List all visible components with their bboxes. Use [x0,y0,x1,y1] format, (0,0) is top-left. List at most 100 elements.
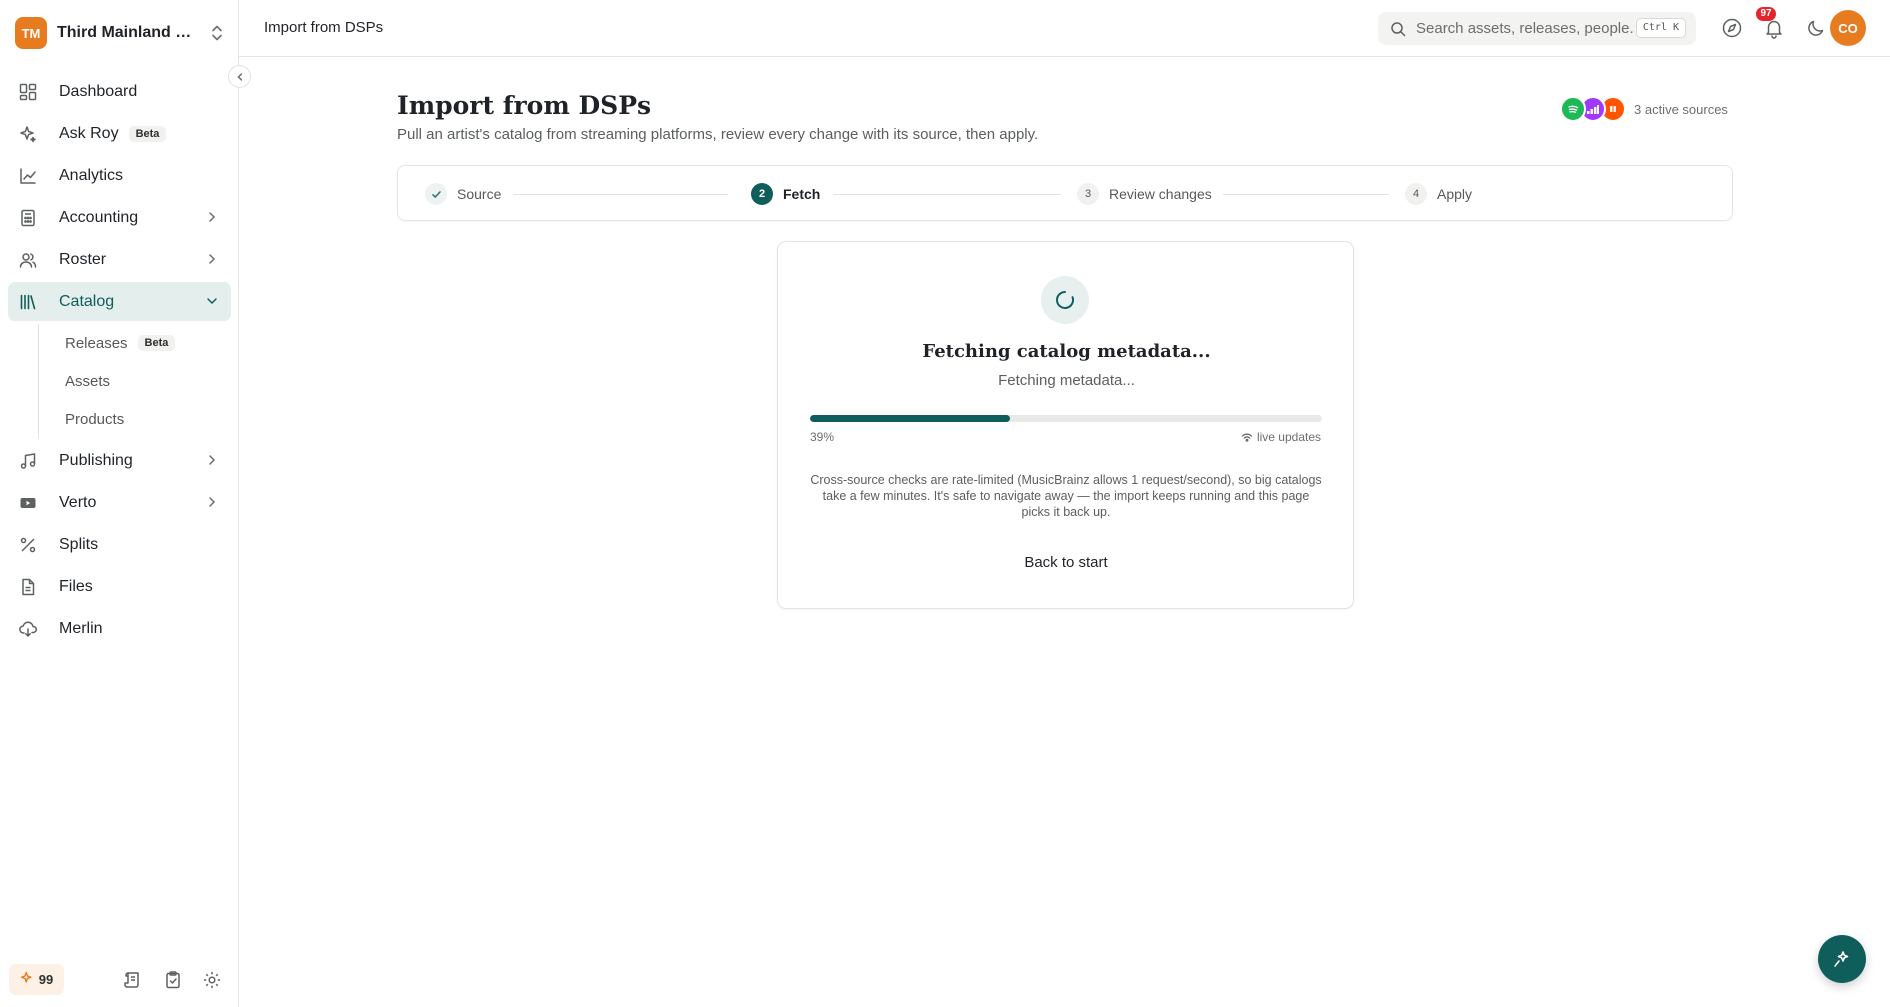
sidebar-subitem-label: Releases [65,334,128,352]
chevron-up-down-icon [209,24,225,42]
sources-label: 3 active sources [1634,101,1728,117]
sidebar-subitem-products[interactable]: Products [65,400,231,438]
credits-count: 99 [38,972,54,987]
sparkle-icon [18,124,38,144]
org-switcher[interactable]: TM Third Mainland Records [15,16,227,50]
chevron-left-icon [236,72,242,81]
sidebar-item-label: Catalog [59,292,115,310]
page-breadcrumb: Import from DSPs [264,19,384,36]
scroll-icon[interactable] [123,970,143,990]
chevron-down-icon [205,294,219,308]
step-connector [833,194,1061,195]
search-icon [1391,21,1406,36]
sidebar-item-label: Publishing [59,451,133,469]
sidebar-item-label: Dashboard [59,82,138,100]
back-to-start-button[interactable]: Back to start [996,546,1136,578]
compass-icon[interactable] [1721,17,1743,39]
sidebar-item-label: Ask Roy [59,124,119,142]
gear-icon[interactable] [202,970,222,990]
credits-button[interactable]: 99 [9,964,64,995]
user-avatar[interactable]: CO [1830,10,1866,46]
step-connector [1223,194,1389,195]
sidebar-item-publishing[interactable]: Publishing [8,441,231,480]
step-fetch[interactable]: 2 Fetch [751,183,820,205]
step-label: Review changes [1109,186,1212,202]
chevron-right-icon [205,252,219,266]
clipboard-check-icon[interactable] [163,970,183,990]
search-placeholder: Search assets, releases, people... [1416,20,1634,37]
sparkle-icon [20,971,34,988]
sidebar-item-splits[interactable]: Splits [8,525,231,564]
sidebar-item-files[interactable]: Files [8,567,231,606]
rate-limit-note: Cross-source checks are rate-limited (Mu… [810,473,1322,519]
search-input[interactable]: Search assets, releases, people... Ctrl … [1378,12,1696,45]
users-icon [18,250,38,270]
live-updates-indicator: live updates [1241,430,1321,444]
percent-icon [18,535,38,555]
wifi-icon [1241,433,1253,442]
step-number: 3 [1077,183,1099,205]
progress-percent: 39% [810,430,835,444]
sidebar-subitem-assets[interactable]: Assets [65,362,231,400]
sidebar-item-label: Merlin [59,619,103,637]
step-apply[interactable]: 4 Apply [1405,183,1472,205]
step-label: Source [457,186,502,202]
video-icon [18,493,38,513]
catalog-subnav: Releases Beta Assets Products [38,324,231,438]
sidebar-item-label: Analytics [59,166,124,184]
sidebar-item-merlin[interactable]: Merlin [8,609,231,648]
page-title: Import from DSPs [397,91,652,120]
assistant-fab[interactable] [1818,935,1866,983]
live-updates-label: live updates [1256,430,1321,444]
dashboard-icon [18,82,38,102]
card-status: Fetching metadata... [998,372,1135,389]
step-label: Apply [1437,186,1473,202]
sidebar-item-label: Verto [59,493,97,511]
fetch-progress-card: Fetching catalog metadata... Fetching me… [777,241,1354,609]
step-label: Fetch [783,186,821,202]
sidebar-item-label: Files [59,577,93,595]
library-icon [18,292,38,312]
sidebar-collapse-button[interactable] [228,65,251,88]
chevron-right-icon [205,210,219,224]
page-subtitle: Pull an artist's catalog from streaming … [397,126,1039,143]
sidebar-item-label: Splits [59,535,99,553]
progress-bar [810,415,1322,422]
org-logo: TM [15,17,47,49]
sidebar-footer: 99 [0,962,239,998]
moon-icon[interactable] [1805,17,1827,39]
sidebar-item-verto[interactable]: Verto [8,483,231,522]
sidebar-item-ask-roy[interactable]: Ask Roy Beta [8,114,231,153]
sidebar-subitem-label: Assets [65,372,111,390]
sidebar-item-dashboard[interactable]: Dashboard [8,72,231,111]
step-review-changes[interactable]: 3 Review changes [1077,183,1212,205]
spotify-icon [1560,96,1586,122]
file-icon [18,577,38,597]
sidebar-item-roster[interactable]: Roster [8,240,231,279]
sidebar-item-label: Accounting [59,208,139,226]
progress-fill [810,415,1010,422]
step-number: 4 [1405,183,1427,205]
line-chart-icon [18,166,38,186]
sidebar-subitem-releases[interactable]: Releases Beta [65,324,231,362]
check-icon [425,183,447,205]
search-shortcut: Ctrl K [1635,18,1686,38]
org-name: Third Mainland Records [57,24,202,41]
sidebar-subitem-label: Products [65,410,125,428]
notification-count: 97 [1756,7,1776,21]
sidebar-item-catalog[interactable]: Catalog [8,282,231,321]
sidebar-item-analytics[interactable]: Analytics [8,156,231,195]
card-title: Fetching catalog metadata... [922,341,1211,362]
spinner-icon [1056,291,1074,309]
import-stepper: Source 2 Fetch 3 Review changes 4 Apply [397,165,1733,221]
step-source[interactable]: Source [425,183,501,205]
active-sources[interactable]: 3 active sources [1560,95,1728,123]
topbar: Import from DSPs Search assets, releases… [239,0,1890,57]
sidebar-item-accounting[interactable]: Accounting [8,198,231,237]
chevron-right-icon [205,495,219,509]
sidebar-item-label: Roster [59,250,107,268]
loading-spinner [1041,276,1089,324]
sparkle-wand-icon [1834,951,1849,967]
sidebar: TM Third Mainland Records Dashboard Ask … [0,0,239,1007]
music-note-icon [18,451,38,471]
